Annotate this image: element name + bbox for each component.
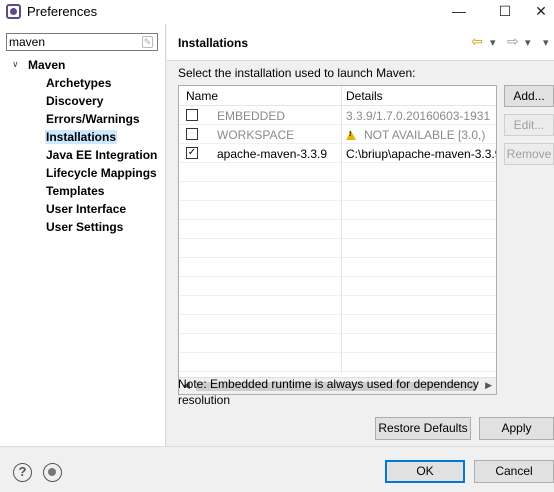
preference-page: Installations ⇦ ▾ ⇨ ▾ ▾ Select the insta… [167,24,554,446]
installation-name: apache-maven-3.3.9 [217,147,328,161]
dialog-footer: ? OK Cancel [0,446,554,492]
table-row [179,163,496,182]
forward-arrow-icon[interactable]: ⇨ [507,33,519,50]
minimize-button[interactable]: — [436,0,482,24]
page-title: Installations [178,36,249,50]
table-row [179,277,496,296]
page-description: Select the installation used to launch M… [178,66,416,80]
row-checkbox[interactable] [186,128,198,140]
table-row [179,334,496,353]
filter-box: ✎ [6,33,158,51]
tree-item-label: Maven [28,58,66,72]
installation-name: EMBEDDED [217,109,286,123]
add-button[interactable]: Add... [504,85,554,107]
table-row [179,201,496,220]
clear-filter-icon[interactable]: ✎ [142,36,153,48]
preference-tree: ∨ Maven Archetypes Discovery Errors/Warn… [0,56,166,236]
restore-defaults-button[interactable]: Restore Defaults [375,417,471,440]
table-row[interactable]: EMBEDDED 3.3.9/1.7.0.20160603-1931 [179,106,496,125]
tree-item-templates[interactable]: Templates [0,182,166,200]
column-header-details[interactable]: Details [346,89,383,103]
tree-item-label: Templates [46,184,105,198]
tree-item-label: User Interface [46,202,127,216]
tree-item-label: Lifecycle Mappings [46,166,157,180]
warning-icon [346,131,356,140]
installation-details: 3.3.9/1.7.0.20160603-1931 [346,109,491,123]
installation-details: C:\briup\apache-maven-3.3.9 [346,147,497,161]
import-export-preferences-icon[interactable] [43,463,62,482]
tree-item-label: Installations [45,130,118,144]
row-checkbox[interactable] [186,109,198,121]
tree-item-label: Errors/Warnings [46,112,140,126]
close-button[interactable]: ✕ [528,0,554,24]
tree-item-user-settings[interactable]: User Settings [0,218,166,236]
table-row[interactable]: WORKSPACE NOT AVAILABLE [3.0,) [179,125,496,144]
tree-item-installations[interactable]: Installations [0,128,166,146]
table-row [179,353,496,372]
forward-history-dropdown[interactable]: ▾ [525,36,531,49]
table-row [179,220,496,239]
row-checkbox[interactable]: ✓ [186,147,198,159]
tree-item-label: Discovery [46,94,104,108]
column-header-name[interactable]: Name [186,89,218,103]
table-row [179,239,496,258]
table-row [179,296,496,315]
title-bar: Preferences — ☐ ✕ [0,0,554,24]
cancel-button[interactable]: Cancel [474,460,554,483]
tree-item-user-interface[interactable]: User Interface [0,200,166,218]
window-title: Preferences [27,4,98,19]
table-row [179,315,496,334]
tree-item-java-ee-integration[interactable]: Java EE Integration [0,146,166,164]
maximize-button[interactable]: ☐ [482,0,528,24]
remove-button[interactable]: Remove [504,143,554,165]
tree-item-maven[interactable]: ∨ Maven [0,56,166,74]
tree-item-archetypes[interactable]: Archetypes [0,74,166,92]
page-header: Installations ⇦ ▾ ⇨ ▾ ▾ [167,24,554,61]
back-history-dropdown[interactable]: ▾ [490,36,496,49]
installations-table: Name Details EMBEDDED 3.3.9/1.7.0.201606… [178,85,497,395]
apply-button[interactable]: Apply [479,417,554,440]
installation-name: WORKSPACE [217,128,295,142]
installation-details: NOT AVAILABLE [3.0,) [364,128,486,142]
edit-button[interactable]: Edit... [504,114,554,136]
tree-item-label: User Settings [46,220,124,234]
table-row [179,258,496,277]
tree-item-label: Java EE Integration [46,148,158,162]
tree-item-discovery[interactable]: Discovery [0,92,166,110]
back-arrow-icon[interactable]: ⇦ [471,33,483,50]
tree-item-lifecycle-mappings[interactable]: Lifecycle Mappings [0,164,166,182]
note-text: Note: Embedded runtime is always used fo… [178,377,479,407]
chevron-down-icon[interactable]: ∨ [12,59,19,70]
eclipse-app-icon [6,4,21,19]
tree-item-errors-warnings[interactable]: Errors/Warnings [0,110,166,128]
tree-item-label: Archetypes [46,76,112,90]
table-row[interactable]: ✓ apache-maven-3.3.9 C:\briup\apache-mav… [179,144,497,163]
ok-button[interactable]: OK [385,460,465,483]
table-row [179,182,496,201]
installation-details-cell: NOT AVAILABLE [3.0,) [346,128,485,142]
filter-input[interactable] [9,34,139,50]
table-header: Name Details [179,86,496,106]
preferences-sidebar: ✎ ∨ Maven Archetypes Discovery Errors/Wa… [0,24,166,446]
view-menu-icon[interactable]: ▾ [543,36,549,49]
help-icon[interactable]: ? [13,463,32,482]
